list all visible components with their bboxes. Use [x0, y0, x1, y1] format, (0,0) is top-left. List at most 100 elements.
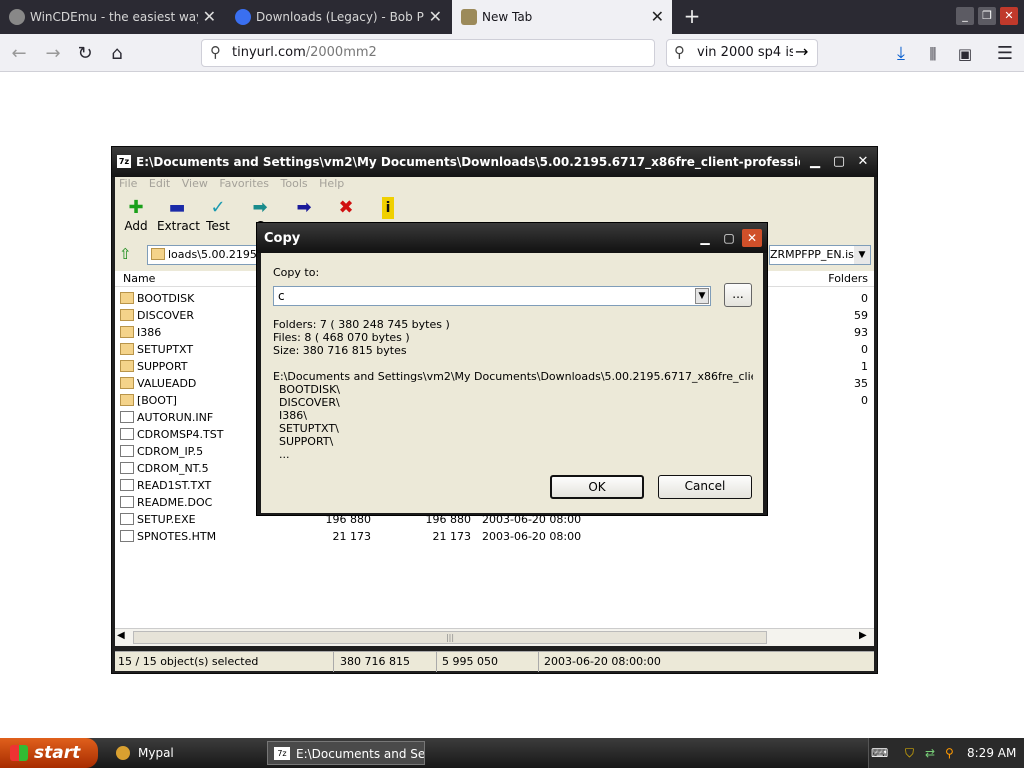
table-row[interactable]: SPNOTES.HTM 21 173 21 173 2003-06-20 08:00	[115, 528, 874, 545]
column-name[interactable]: Name	[123, 271, 155, 287]
item-line: DISCOVER\	[279, 396, 340, 409]
close-tab-icon[interactable]: ✕	[651, 0, 664, 34]
browse-button[interactable]: ...	[724, 283, 752, 307]
menu-file[interactable]: File	[119, 177, 137, 190]
minimize-button[interactable]: _	[956, 7, 974, 25]
test-button[interactable]: ✓ Test	[203, 197, 233, 233]
search-bar[interactable]: ⚲ vin 2000 sp4 iso →	[666, 39, 818, 67]
back-arrow-icon[interactable]: ←	[6, 41, 32, 67]
browser-nav-bar: ← → ↻ ⌂ ⚲ tinyurl.com/2000mm2 ⚲ vin 2000…	[0, 34, 1024, 72]
taskbar-item-mypal[interactable]: Mypal	[110, 741, 260, 765]
maximize-button[interactable]: ▢	[830, 154, 848, 171]
search-icon[interactable]: ⚲	[945, 738, 954, 768]
horizontal-scrollbar[interactable]: ◀ ||| ▶	[115, 628, 874, 646]
menu-tools[interactable]: Tools	[281, 177, 308, 190]
add-button[interactable]: ✚ Add	[121, 197, 151, 233]
extract-label: Extract	[157, 219, 200, 233]
7zip-title-bar[interactable]: 7z E:\Documents and Settings\vm2\My Docu…	[112, 147, 877, 177]
column-folders[interactable]: Folders	[828, 271, 868, 287]
copy-dialog-title: Copy	[264, 231, 301, 246]
reload-icon[interactable]: ↻	[72, 41, 98, 67]
close-button[interactable]: ✕	[854, 154, 872, 171]
close-tab-icon[interactable]: ✕	[203, 0, 216, 34]
folder-icon	[120, 360, 134, 372]
up-folder-icon[interactable]: ⇧	[119, 245, 139, 265]
scroll-left-icon[interactable]: ◀	[117, 630, 125, 641]
status-size: 380 716 815	[337, 652, 437, 672]
menu-view[interactable]: View	[182, 177, 208, 190]
new-tab-button[interactable]: +	[680, 0, 704, 34]
status-packed: 5 995 050	[439, 652, 539, 672]
sidebar-icon[interactable]: ▣	[952, 41, 978, 67]
copy-dialog-title-bar[interactable]: Copy ▁ ▢ ✕	[257, 223, 767, 253]
url-path: /2000mm2	[305, 45, 377, 60]
file-name: SETUPTXT	[137, 343, 194, 356]
chevron-down-icon[interactable]: ▼	[854, 246, 870, 264]
copy-to-input[interactable]	[273, 286, 711, 306]
shield-icon[interactable]: ⛉	[905, 738, 914, 768]
file-name: CDROM_NT.5	[137, 462, 209, 475]
menu-help[interactable]: Help	[319, 177, 344, 190]
file-icon	[120, 496, 134, 508]
move-arrow-icon: ➡	[296, 197, 312, 218]
move-button[interactable]: ➡	[289, 197, 319, 219]
add-label: Add	[124, 219, 148, 233]
url-bar[interactable]: ⚲ tinyurl.com/2000mm2	[201, 39, 655, 67]
tab-wincdemu[interactable]: WinCDEmu - the easiest way to m ✕	[0, 0, 224, 34]
tab-new-tab[interactable]: New Tab ✕	[452, 0, 672, 34]
check-icon: ✓	[210, 197, 226, 218]
menu-favorites[interactable]: Favorites	[219, 177, 269, 190]
close-tab-icon[interactable]: ✕	[429, 0, 442, 34]
copy-dialog-body: Copy to: ▼ ... Folders: 7 ( 380 248 745 …	[261, 253, 763, 513]
windows-logo-icon	[10, 745, 28, 761]
7zip-menu-bar: File Edit View Favorites Tools Help	[115, 177, 874, 195]
file-folder-count: 0	[861, 292, 868, 305]
go-arrow-icon[interactable]: →	[795, 42, 808, 61]
library-icon[interactable]: ⫼	[920, 41, 946, 67]
keyboard-icon[interactable]: ⌨	[871, 738, 888, 768]
7zip-status-bar: 15 / 15 object(s) selected 380 716 815 5…	[115, 651, 874, 672]
forward-arrow-icon[interactable]: →	[40, 41, 66, 67]
file-packed-size: 21 173	[432, 530, 472, 543]
item-line: SETUPTXT\	[279, 422, 339, 435]
cancel-button[interactable]: Cancel	[658, 475, 752, 499]
file-icon	[120, 479, 134, 491]
chevron-down-icon[interactable]: ▼	[695, 288, 709, 304]
info-button[interactable]: i	[373, 197, 403, 219]
extract-button[interactable]: ▬ Extract	[157, 197, 200, 233]
file-folder-count: 35	[854, 377, 868, 390]
file-icon	[120, 445, 134, 457]
scroll-right-icon[interactable]: ▶	[859, 630, 867, 641]
folder-icon	[120, 394, 134, 406]
minimize-button[interactable]: ▁	[806, 154, 824, 171]
ok-button[interactable]: OK	[550, 475, 644, 499]
clock: 8:29 AM	[967, 746, 1017, 760]
start-button[interactable]: start	[0, 738, 98, 768]
file-name: SETUP.EXE	[137, 513, 196, 526]
maximize-button[interactable]: ▢	[719, 229, 739, 247]
file-name: I386	[137, 326, 162, 339]
address-combo[interactable]: loads\5.00.2195.6	[147, 245, 257, 265]
menu-edit[interactable]: Edit	[149, 177, 170, 190]
taskbar-item-label: Mypal	[138, 746, 174, 760]
restore-button[interactable]: ❐	[978, 7, 996, 25]
browser-tab-bar: WinCDEmu - the easiest way to m ✕ Downlo…	[0, 0, 1024, 34]
close-button[interactable]: ✕	[742, 229, 762, 247]
menu-icon[interactable]: ☰	[992, 41, 1018, 67]
network-icon[interactable]: ⇄	[925, 738, 935, 768]
minimize-button[interactable]: ▁	[695, 229, 715, 247]
close-window-button[interactable]: ✕	[1000, 7, 1018, 25]
scroll-thumb[interactable]: |||	[133, 631, 767, 644]
taskbar-item-7zip[interactable]: 7z E:\Documents and Se...	[267, 741, 425, 765]
delete-button[interactable]: ✖	[331, 197, 361, 219]
file-icon	[120, 462, 134, 474]
file-name: CDROM_IP.5	[137, 445, 204, 458]
tab-downloads-legacy[interactable]: Downloads (Legacy) - Bob Pony's ✕	[226, 0, 450, 34]
tab-title: Downloads (Legacy) - Bob Pony's	[256, 10, 424, 24]
file-modified: 2003-06-20 08:00	[482, 530, 582, 543]
address-combo-tail[interactable]: ZRMPFPP_EN.iso\ ▼	[769, 245, 871, 265]
search-icon: ⚲	[210, 43, 221, 61]
files-summary: Files: 8 ( 468 070 bytes )	[273, 331, 410, 344]
home-icon[interactable]: ⌂	[104, 41, 130, 67]
downloads-icon[interactable]: ⤓	[888, 41, 914, 67]
